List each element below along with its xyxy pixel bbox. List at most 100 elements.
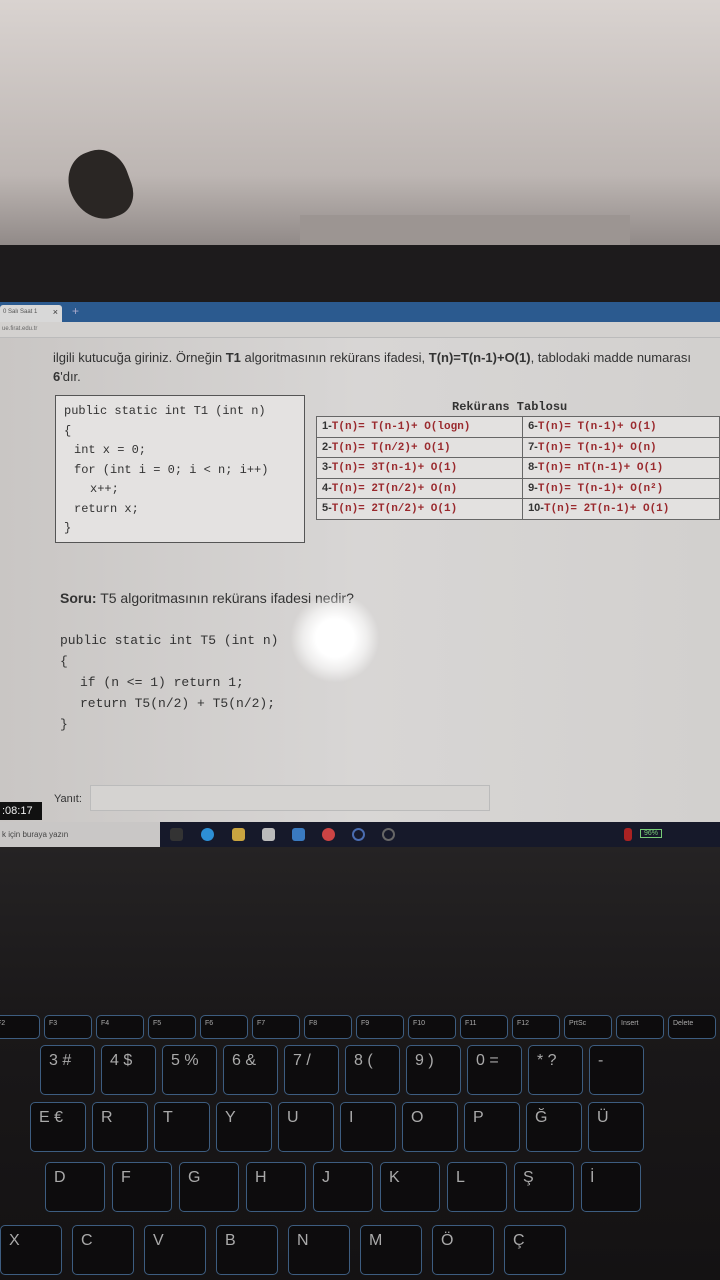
- key[interactable]: F8: [304, 1015, 352, 1039]
- table-cell: 1-T(n)= T(n-1)+ O(logn): [315, 416, 524, 438]
- key[interactable]: K: [380, 1162, 440, 1212]
- store-icon[interactable]: [262, 828, 275, 841]
- key[interactable]: B: [216, 1225, 278, 1275]
- key[interactable]: Ç: [504, 1225, 566, 1275]
- key[interactable]: X: [0, 1225, 62, 1275]
- key[interactable]: * ?: [528, 1045, 583, 1095]
- recurrence-formula: T(n)= 3T(n-1)+ O(1): [331, 462, 458, 475]
- key[interactable]: 9 ): [406, 1045, 461, 1095]
- key[interactable]: R: [92, 1102, 148, 1152]
- key[interactable]: 6 &: [223, 1045, 278, 1095]
- key[interactable]: 4 $: [101, 1045, 156, 1095]
- code-line: public static int T5 (int n): [60, 633, 279, 648]
- table-cell: 5-T(n)= 2T(n/2)+ O(1): [315, 498, 524, 520]
- browser-tab[interactable]: 0 Salı Saat 1 ×: [0, 305, 62, 322]
- table-row: 4-T(n)= 2T(n/2)+ O(n) 9-T(n)= T(n-1)+ O(n…: [315, 477, 720, 499]
- address-bar[interactable]: ue.firat.edu.tr: [0, 322, 720, 338]
- key[interactable]: F5: [148, 1015, 196, 1039]
- key[interactable]: F3: [44, 1015, 92, 1039]
- code-line: {: [60, 654, 68, 669]
- new-tab-button[interactable]: +: [72, 304, 79, 318]
- table-cell: 6-T(n)= T(n-1)+ O(1): [522, 416, 720, 438]
- key[interactable]: 7 /: [284, 1045, 339, 1095]
- file-explorer-icon[interactable]: [232, 828, 245, 841]
- key[interactable]: V: [144, 1225, 206, 1275]
- laptop-bezel: [0, 245, 720, 525]
- mail-icon[interactable]: [292, 828, 305, 841]
- recurrence-formula: T(n)= T(n/2)+ O(1): [331, 441, 451, 454]
- chrome-icon[interactable]: [322, 828, 335, 841]
- soru-label: Soru:: [60, 590, 97, 606]
- recurrence-formula: T(n)= T(n-1)+ O(n): [537, 441, 657, 454]
- code-line: return T5(n/2) + T5(n/2);: [80, 696, 276, 711]
- key[interactable]: 0 =: [467, 1045, 522, 1095]
- app-icon[interactable]: [352, 828, 365, 841]
- edge-icon[interactable]: [201, 828, 214, 841]
- intro-text: algoritmasının rekürans ifadesi,: [240, 350, 429, 365]
- close-tab-icon[interactable]: ×: [53, 307, 58, 317]
- taskbar-search[interactable]: k için buraya yazın: [0, 822, 160, 847]
- task-view-icon[interactable]: [170, 828, 183, 841]
- battery-indicator[interactable]: 96%: [640, 829, 663, 838]
- browser-tab-bar: 0 Salı Saat 1 × +: [0, 302, 720, 322]
- key[interactable]: Delete: [668, 1015, 716, 1039]
- table-cell: 7-T(n)= T(n-1)+ O(n): [522, 436, 720, 458]
- key[interactable]: T: [154, 1102, 210, 1152]
- key[interactable]: F11: [460, 1015, 508, 1039]
- key[interactable]: F6: [200, 1015, 248, 1039]
- key[interactable]: M: [360, 1225, 422, 1275]
- tab-label: 0 Salı Saat 1: [3, 309, 38, 315]
- key[interactable]: F12: [512, 1015, 560, 1039]
- recurrence-formula: T(n)= T(n-1)+ O(logn): [331, 421, 471, 434]
- key[interactable]: E €: [30, 1102, 86, 1152]
- key[interactable]: C: [72, 1225, 134, 1275]
- key[interactable]: I: [340, 1102, 396, 1152]
- intro-text: ilgili kutucuğa giriniz. Örneğin: [53, 350, 226, 365]
- question-code: public static int T5 (int n) { if (n <= …: [60, 630, 278, 735]
- key[interactable]: L: [447, 1162, 507, 1212]
- key[interactable]: U: [278, 1102, 334, 1152]
- item-number: 8-: [528, 461, 538, 474]
- key[interactable]: O: [402, 1102, 458, 1152]
- table-row: 5-T(n)= 2T(n/2)+ O(1) 10-T(n)= 2T(n-1)+ O…: [315, 498, 720, 520]
- key[interactable]: Ü: [588, 1102, 644, 1152]
- code-line: {: [64, 423, 72, 438]
- key[interactable]: F2: [0, 1015, 40, 1039]
- key[interactable]: F7: [252, 1015, 300, 1039]
- key[interactable]: F10: [408, 1015, 456, 1039]
- table-title: Rekürans Tablosu: [452, 400, 568, 414]
- key[interactable]: G: [179, 1162, 239, 1212]
- key[interactable]: P: [464, 1102, 520, 1152]
- key[interactable]: PrtSc: [564, 1015, 612, 1039]
- table-row: 1-T(n)= T(n-1)+ O(logn) 6-T(n)= T(n-1)+ O…: [315, 416, 720, 438]
- key[interactable]: Y: [216, 1102, 272, 1152]
- app-icon[interactable]: [382, 828, 395, 841]
- key[interactable]: F: [112, 1162, 172, 1212]
- key[interactable]: F9: [356, 1015, 404, 1039]
- table-row: 3-T(n)= 3T(n-1)+ O(1) 8-T(n)= nT(n-1)+ O(…: [315, 457, 720, 479]
- key[interactable]: Ş: [514, 1162, 574, 1212]
- item-number: 7-: [528, 440, 538, 453]
- key[interactable]: 3 #: [40, 1045, 95, 1095]
- key[interactable]: 5 %: [162, 1045, 217, 1095]
- code-line: public static int T1 (int n): [64, 404, 266, 418]
- answer-label: Yanıt:: [54, 793, 82, 805]
- table-row: 2-T(n)= T(n/2)+ O(1) 7-T(n)= T(n-1)+ O(n): [315, 436, 720, 458]
- table-cell: 9-T(n)= T(n-1)+ O(n²): [522, 477, 720, 499]
- key[interactable]: J: [313, 1162, 373, 1212]
- key[interactable]: Ö: [432, 1225, 494, 1275]
- key[interactable]: D: [45, 1162, 105, 1212]
- key[interactable]: 8 (: [345, 1045, 400, 1095]
- key[interactable]: İ: [581, 1162, 641, 1212]
- code-line: x++;: [90, 482, 119, 496]
- key[interactable]: Insert: [616, 1015, 664, 1039]
- key[interactable]: Ğ: [526, 1102, 582, 1152]
- key[interactable]: N: [288, 1225, 350, 1275]
- key[interactable]: F4: [96, 1015, 144, 1039]
- answer-input[interactable]: [90, 785, 490, 811]
- key[interactable]: -: [589, 1045, 644, 1095]
- key[interactable]: H: [246, 1162, 306, 1212]
- tray-icon[interactable]: [624, 828, 632, 841]
- item-number: 5-: [322, 502, 332, 515]
- code-line: if (n <= 1) return 1;: [80, 675, 244, 690]
